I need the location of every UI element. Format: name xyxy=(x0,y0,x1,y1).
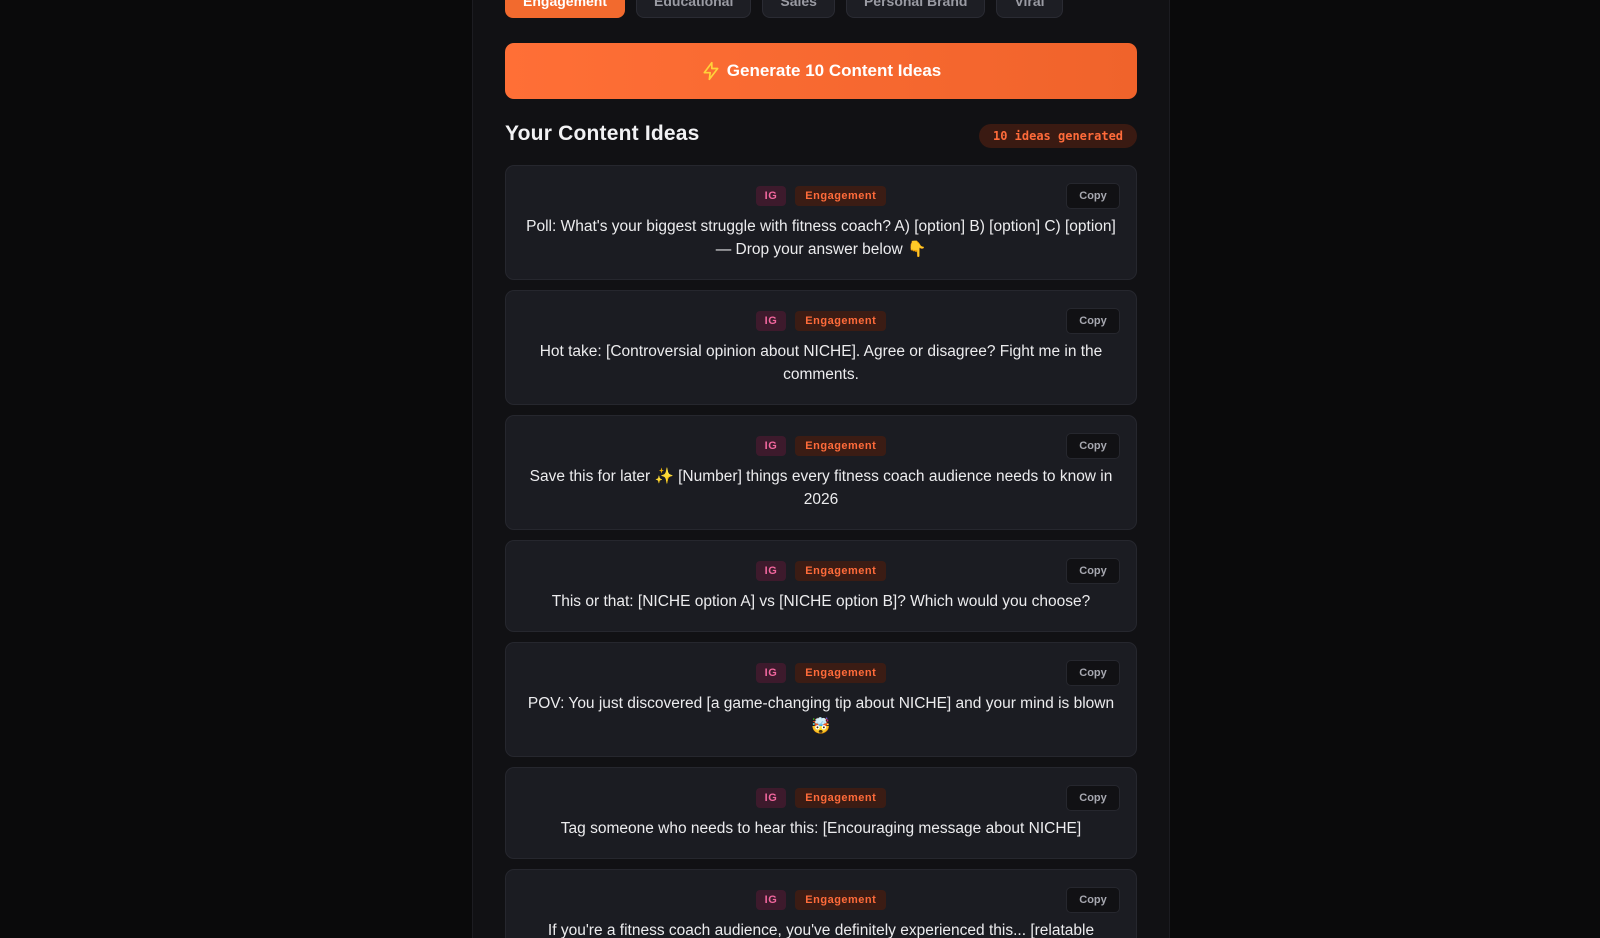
copy-button[interactable]: Copy xyxy=(1066,308,1120,334)
copy-button[interactable]: Copy xyxy=(1066,433,1120,459)
idea-text: Save this for later ✨ [Number] things ev… xyxy=(529,468,1113,508)
category-tag: Engagement xyxy=(795,890,887,910)
idea-card: IG Engagement Copy Poll: What's your big… xyxy=(505,165,1137,280)
generate-button-label: Generate 10 Content Ideas xyxy=(726,61,942,80)
platform-tag: IG xyxy=(755,890,787,910)
platform-tag: IG xyxy=(755,561,787,581)
idea-tags: IG Engagement xyxy=(506,788,1136,808)
idea-text: POV: You just discovered [a game-changin… xyxy=(527,695,1115,735)
idea-text: This or that: [NICHE option A] vs [NICHE… xyxy=(551,593,1091,610)
ideas-count-badge: 10 ideas generated xyxy=(979,124,1137,148)
copy-button[interactable]: Copy xyxy=(1066,785,1120,811)
category-tag: Engagement xyxy=(795,788,887,808)
idea-tags: IG Engagement xyxy=(506,436,1136,456)
idea-card: IG Engagement Copy This or that: [NICHE … xyxy=(505,540,1137,632)
idea-text: If you're a fitness coach audience, you'… xyxy=(547,922,1095,938)
platform-tag: IG xyxy=(755,311,787,331)
idea-text: Tag someone who needs to hear this: [Enc… xyxy=(560,820,1082,837)
category-tag: Engagement xyxy=(795,186,887,206)
idea-tags: IG Engagement xyxy=(506,186,1136,206)
category-tag: Engagement xyxy=(795,311,887,331)
tab-engagement[interactable]: Engagement xyxy=(505,0,626,18)
copy-button[interactable]: Copy xyxy=(1066,660,1120,686)
tab-educational[interactable]: Educational xyxy=(636,0,752,18)
category-tag: Engagement xyxy=(795,436,887,456)
platform-tag: IG xyxy=(755,186,787,206)
idea-card: IG Engagement Copy Hot take: [Controvers… xyxy=(505,290,1137,405)
platform-tag: IG xyxy=(755,663,787,683)
category-tabs: Engagement Educational Sales Personal Br… xyxy=(505,0,1063,18)
idea-card: IG Engagement Copy Save this for later ✨… xyxy=(505,415,1137,530)
idea-card: IG Engagement Copy If you're a fitness c… xyxy=(505,869,1137,938)
copy-button[interactable]: Copy xyxy=(1066,887,1120,913)
platform-tag: IG xyxy=(755,436,787,456)
idea-tags: IG Engagement xyxy=(506,311,1136,331)
lightning-icon xyxy=(703,61,719,81)
idea-tags: IG Engagement xyxy=(506,663,1136,683)
idea-text: Poll: What's your biggest struggle with … xyxy=(526,218,1116,258)
idea-tags: IG Engagement xyxy=(506,890,1136,910)
tab-sales[interactable]: Sales xyxy=(762,0,835,18)
copy-button[interactable]: Copy xyxy=(1066,183,1120,209)
tab-viral[interactable]: Viral xyxy=(996,0,1063,18)
generate-ideas-button[interactable]: Generate 10 Content Ideas xyxy=(505,43,1137,99)
copy-button[interactable]: Copy xyxy=(1066,558,1120,584)
idea-text: Hot take: [Controversial opinion about N… xyxy=(539,343,1103,383)
section-title: Your Content Ideas xyxy=(505,122,700,145)
category-tag: Engagement xyxy=(795,663,887,683)
platform-tag: IG xyxy=(755,788,787,808)
idea-card: IG Engagement Copy Tag someone who needs… xyxy=(505,767,1137,859)
category-tag: Engagement xyxy=(795,561,887,581)
tab-personal-brand[interactable]: Personal Brand xyxy=(845,0,986,18)
idea-card: IG Engagement Copy POV: You just discove… xyxy=(505,642,1137,757)
idea-tags: IG Engagement xyxy=(506,561,1136,581)
